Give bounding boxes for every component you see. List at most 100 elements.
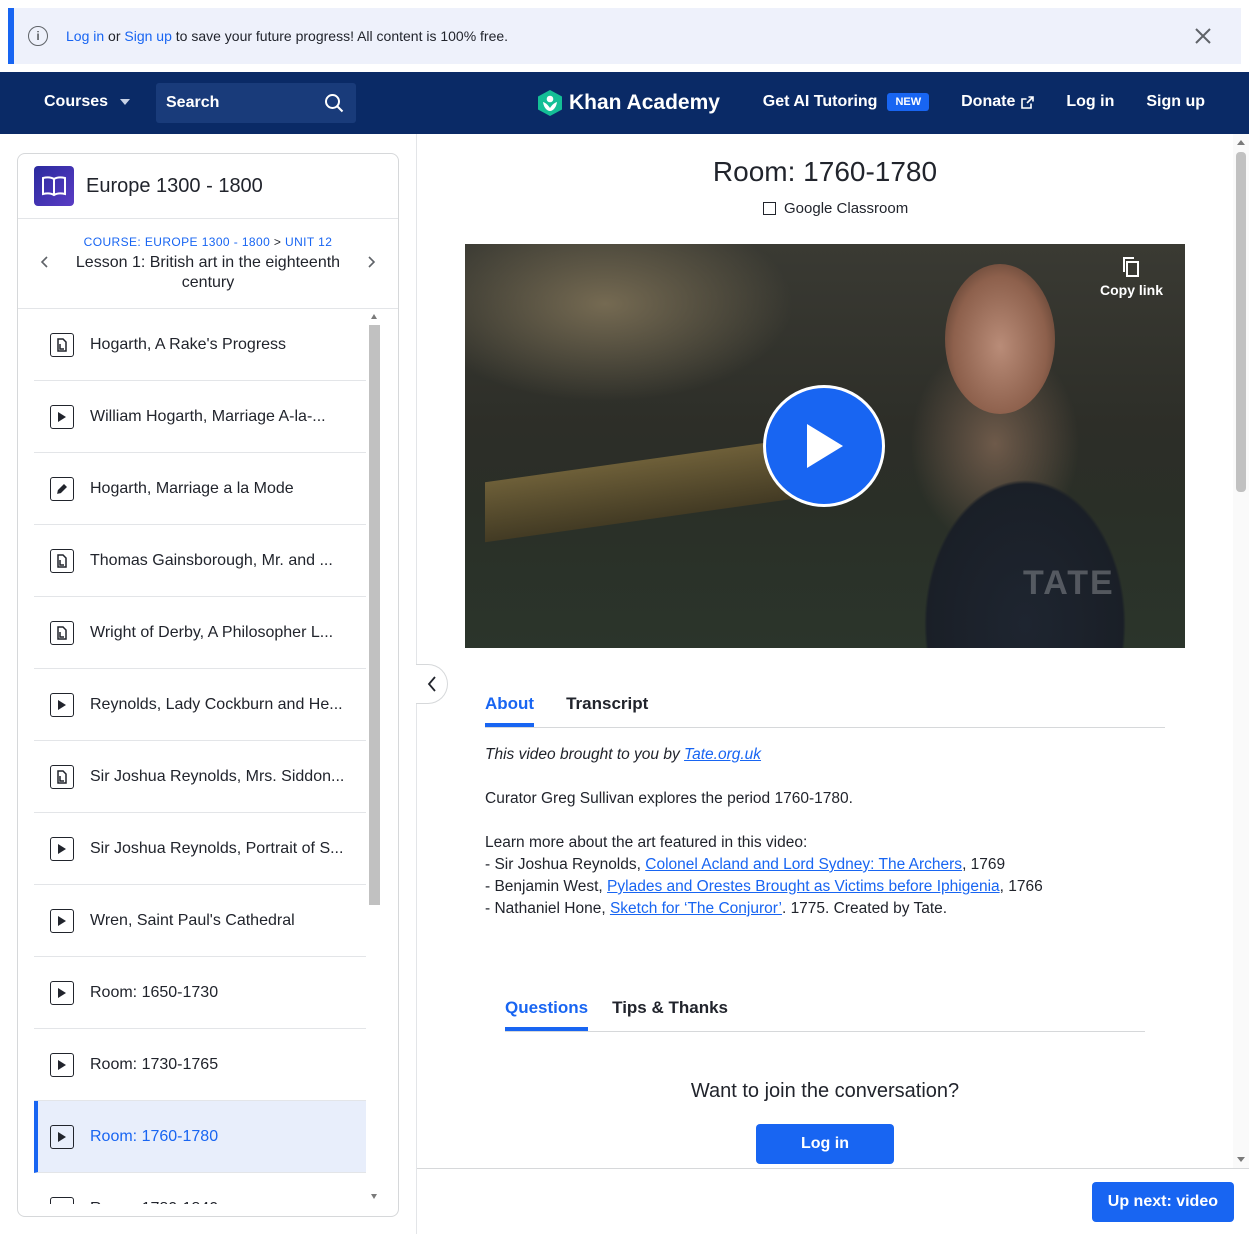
breadcrumb-course[interactable]: COURSE: EUROPE 1300 - 1800 [84,235,270,249]
sidebar-lesson-label: Room: 1780-1840 [90,1200,218,1205]
search-placeholder: Search [166,94,220,111]
sidebar-lesson-item[interactable]: Room: 1760-1780 [34,1101,366,1173]
header-signup-link[interactable]: Sign up [1146,93,1205,111]
artwork-link[interactable]: Sketch for ‘The Conjuror’ [610,900,782,917]
sidebar-lesson-label: Thomas Gainsborough, Mr. and ... [90,551,333,569]
breadcrumb: COURSE: EUROPE 1300 - 1800 > UNIT 12 [18,235,398,249]
breadcrumb-unit[interactable]: UNIT 12 [285,235,332,249]
search-input[interactable]: Search [156,83,356,123]
play-icon [50,404,74,429]
lesson-title: Lesson 1: British art in the eighteenth … [75,254,341,291]
ai-tutoring-label: Get AI Tutoring [762,93,878,110]
close-icon[interactable] [1191,24,1215,48]
khan-academy-logo[interactable]: Khan Academy [537,89,720,117]
scroll-down-arrow-icon[interactable] [1237,1157,1245,1162]
sidebar-lesson-item[interactable]: William Hogarth, Marriage A-la-... [34,381,366,453]
google-classroom-label: Google Classroom [784,200,909,217]
sidebar-lesson-label: Room: 1650-1730 [90,983,219,1001]
up-next-button[interactable]: Up next: video [1091,1182,1234,1222]
bottom-action-bar: Up next: video [417,1168,1249,1234]
logo-text: Khan Academy [569,91,720,114]
sidebar-lesson-item[interactable]: Room: 1730-1765 [34,1029,366,1101]
chevron-down-icon [120,99,131,105]
sidebar-lesson-item[interactable]: Wren, Saint Paul's Cathedral [34,885,366,957]
sidebar-lesson-label: Reynolds, Lady Cockburn and He... [90,695,343,713]
sidebar-lesson-label: William Hogarth, Marriage A-la-... [90,407,326,425]
sidebar-lesson-item[interactable]: Thomas Gainsborough, Mr. and ... [34,525,366,597]
course-header: Europe 1300 - 1800 [18,154,398,219]
copy-icon [1123,257,1140,277]
info-icon: i [28,26,48,46]
login-button[interactable]: Log in [756,1124,894,1164]
sidebar-lesson-label: Hogarth, Marriage a la Mode [90,479,294,497]
artwork-line: - Benjamin West, Pylades and Orestes Bro… [485,876,1165,898]
google-classroom-button[interactable]: Google Classroom [763,200,908,217]
scroll-up-arrow-icon[interactable] [1237,140,1245,145]
tab-tips-thanks[interactable]: Tips & Thanks [612,994,728,1031]
artwork-suffix: . 1775. Created by Tate. [781,900,948,917]
course-book-icon [34,166,74,206]
join-conversation-heading: Want to join the conversation? [690,1080,960,1102]
scroll-up-arrow-icon[interactable] [371,314,377,319]
chevron-right-icon[interactable] [364,255,378,269]
header-login-link[interactable]: Log in [1066,93,1114,111]
chevron-left-icon[interactable] [38,255,52,269]
sidebar-lesson-item[interactable]: Room: 1650-1730 [34,957,366,1029]
article-icon [50,764,74,789]
sidebar-lesson-item[interactable]: Hogarth, Marriage a la Mode [34,453,366,525]
sidebar-scrollbar[interactable] [367,309,382,1204]
google-classroom-icon [763,202,776,215]
scrollbar-thumb[interactable] [369,325,380,905]
artwork-link[interactable]: Colonel Acland and Lord Sydney: The Arch… [645,856,962,873]
sidebar-lesson-label: Hogarth, A Rake's Progress [90,335,287,353]
artwork-link[interactable]: Pylades and Orestes Brought as Victims b… [607,878,1000,895]
page-scrollbar[interactable] [1233,134,1249,1168]
sidebar-lesson-item[interactable]: Hogarth, A Rake's Progress [34,309,366,381]
article-icon [50,332,74,357]
artwork-line: - Nathaniel Hone, Sketch for ‘The Conjur… [485,898,1165,920]
courses-label: Courses [44,93,109,110]
discussion-tabs: Questions Tips & Thanks [505,994,1145,1032]
sidebar-lesson-item[interactable]: Sir Joshua Reynolds, Mrs. Siddon... [34,741,366,813]
video-speaker-head [945,264,1055,414]
video-player[interactable]: TATE Copy link [465,244,1185,648]
scrollbar-thumb[interactable] [1236,152,1246,492]
play-button[interactable] [763,385,885,507]
tab-about[interactable]: About [485,690,535,727]
brought-by-text: This video brought to you by [485,746,680,763]
lesson-sidebar: Europe 1300 - 1800 COURSE: EUROPE 1300 -… [17,153,399,1217]
tab-transcript[interactable]: Transcript [566,690,648,727]
tab-questions[interactable]: Questions [505,994,589,1031]
sidebar-lesson-label: Wren, Saint Paul's Cathedral [90,911,295,929]
course-title[interactable]: Europe 1300 - 1800 [86,175,263,198]
ai-tutoring-link[interactable]: Get AI Tutoring NEW [762,93,930,111]
banner-or-text: or [108,28,121,44]
copy-link-button[interactable]: Copy link [1100,256,1163,298]
artwork-suffix: , 1766 [999,878,1043,895]
tate-link[interactable]: Tate.org.uk [684,746,761,763]
artwork-prefix: - Benjamin West, [485,878,603,895]
search-icon [325,94,344,113]
chevron-left-icon [427,676,436,692]
external-link-icon [1021,95,1035,109]
banner-signup-link[interactable]: Sign up [124,28,171,44]
sidebar-lesson-item[interactable]: Wright of Derby, A Philosopher L... [34,597,366,669]
sidebar-lesson-item[interactable]: Sir Joshua Reynolds, Portrait of S... [34,813,366,885]
banner-login-link[interactable]: Log in [66,28,104,44]
tate-watermark: TATE [1023,564,1115,602]
scroll-down-arrow-icon[interactable] [371,1194,377,1199]
top-nav: Courses Search Khan Academy Get AI Tutor… [0,72,1249,134]
donate-link[interactable]: Donate [961,93,1035,111]
donate-label: Donate [961,93,1016,110]
sidebar-lesson-item[interactable]: Room: 1780-1840 [34,1173,366,1204]
content-tabs: About Transcript [485,690,1165,728]
banner-text: Log in or Sign up to save your future pr… [66,28,508,44]
about-panel: This video brought to you by Tate.org.uk… [485,744,1165,920]
play-icon [50,1196,74,1204]
sidebar-lesson-item[interactable]: Reynolds, Lady Cockburn and He... [34,669,366,741]
sidebar-lesson-label: Sir Joshua Reynolds, Portrait of S... [90,839,344,857]
signup-banner: i Log in or Sign up to save your future … [8,8,1241,64]
collapse-sidebar-button[interactable] [416,664,448,704]
courses-menu[interactable]: Courses [44,93,131,111]
main-content: Room: 1760-1780 Google Classroom TATE Co… [416,134,1249,1234]
